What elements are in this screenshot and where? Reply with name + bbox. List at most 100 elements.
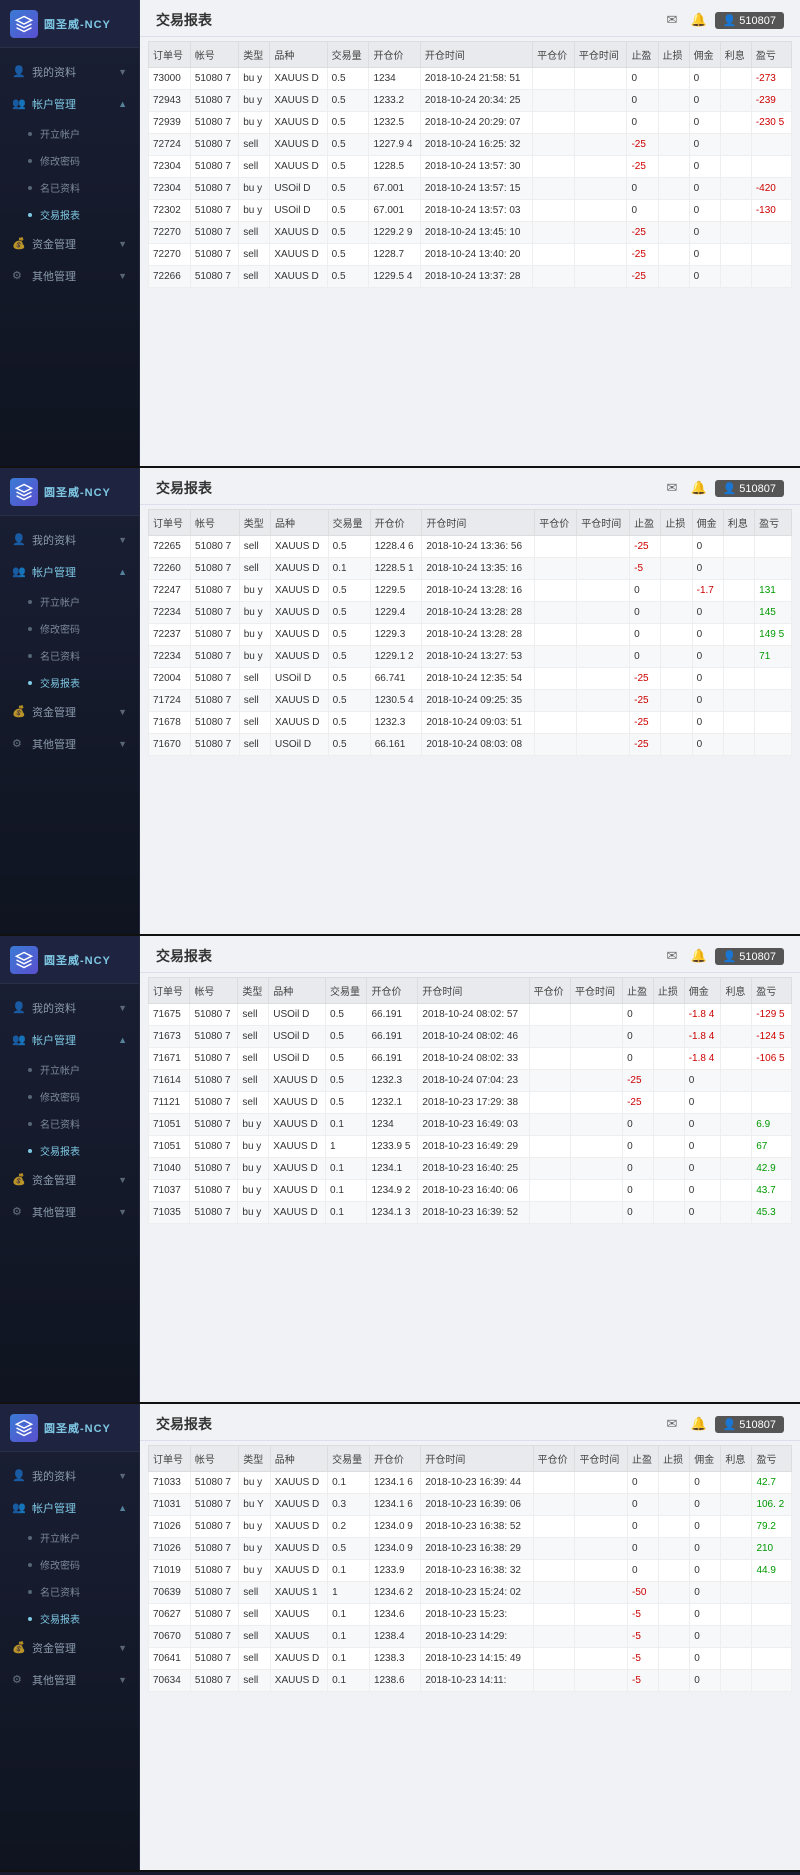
table-cell: -25 bbox=[630, 712, 661, 734]
sidebar-3-change-pwd[interactable]: 修改密码 bbox=[0, 1083, 139, 1110]
email-icon-3[interactable]: ✉ bbox=[667, 948, 683, 964]
sidebar-3-trade-report[interactable]: 交易报表 bbox=[0, 1137, 139, 1164]
table-cell: 51080 7 bbox=[190, 1472, 238, 1494]
sidebar-2-open-account[interactable]: 开立帐户 bbox=[0, 588, 139, 615]
table-cell: bu y bbox=[239, 68, 270, 90]
table-cell bbox=[653, 1158, 684, 1180]
sidebar-2-account-mgmt[interactable]: 👥 帐户管理 ▲ bbox=[0, 556, 139, 588]
table-cell bbox=[661, 668, 692, 690]
sidebar-4-change-pwd[interactable]: 修改密码 bbox=[0, 1551, 139, 1578]
logo-text-2: 圆圣威-NCY bbox=[44, 484, 111, 500]
sidebar-2-my-info[interactable]: 名已资料 bbox=[0, 642, 139, 669]
table-cell: 0 bbox=[630, 580, 661, 602]
bell-icon-3[interactable]: 🔔 bbox=[691, 948, 707, 964]
table-cell: 0 bbox=[684, 1180, 721, 1202]
sidebar-item-trade-report[interactable]: 交易报表 bbox=[0, 201, 139, 228]
table-cell: 1238.4 bbox=[369, 1626, 420, 1648]
arrow-icon: ▼ bbox=[118, 67, 127, 77]
table-cell bbox=[533, 1648, 575, 1670]
sidebar-4-other-mgmt[interactable]: ⚙ 其他管理 ▼ bbox=[0, 1664, 139, 1696]
sidebar-4-profile[interactable]: 👤 我的资料 ▼ bbox=[0, 1460, 139, 1492]
table-cell bbox=[571, 1136, 623, 1158]
sidebar-item-open-account[interactable]: 开立帐户 bbox=[0, 120, 139, 147]
table-cell bbox=[755, 690, 792, 712]
table-cell: 2018-10-23 16:39: 44 bbox=[421, 1472, 533, 1494]
table-container-3: 订单号 帐号 类型 品种 交易量 开仓价 开仓时间 平仓价 平仓时间 止盈 止损… bbox=[140, 973, 800, 1402]
table-cell: 2018-10-24 09:25: 35 bbox=[422, 690, 535, 712]
table-cell: 73000 bbox=[149, 68, 191, 90]
sidebar-2-other-mgmt[interactable]: ⚙ 其他管理 ▼ bbox=[0, 728, 139, 760]
email-icon-4[interactable]: ✉ bbox=[667, 1416, 683, 1432]
other-icon: ⚙ bbox=[12, 269, 26, 283]
table-container-2: 订单号 帐号 类型 品种 交易量 开仓价 开仓时间 平仓价 平仓时间 止盈 止损… bbox=[140, 505, 800, 934]
table-cell: 2018-10-23 17:29: 38 bbox=[418, 1092, 529, 1114]
sidebar-2-fund-mgmt[interactable]: 💰 资金管理 ▼ bbox=[0, 696, 139, 728]
table-cell bbox=[574, 266, 627, 288]
table-row: 7167051080 7sellUSOil D0.566.1612018-10-… bbox=[149, 734, 792, 756]
table-cell: 71033 bbox=[149, 1472, 191, 1494]
table-cell bbox=[571, 1180, 623, 1202]
table-cell: 0.5 bbox=[327, 200, 369, 222]
table-cell bbox=[533, 1560, 575, 1582]
table-cell: XAUUS D bbox=[270, 112, 327, 134]
table-cell: -420 bbox=[751, 178, 791, 200]
sidebar-2-change-pwd[interactable]: 修改密码 bbox=[0, 615, 139, 642]
table-cell bbox=[529, 1202, 570, 1224]
table-cell: 51080 7 bbox=[191, 580, 240, 602]
table-header-row-2: 订单号 帐号 类型 品种 交易量 开仓价 开仓时间 平仓价 平仓时间 止盈 止损… bbox=[149, 510, 792, 536]
table-cell: 51080 7 bbox=[190, 266, 238, 288]
table-cell bbox=[720, 244, 751, 266]
sidebar-4-open-account[interactable]: 开立帐户 bbox=[0, 1524, 139, 1551]
sidebar-4-my-info[interactable]: 名已资料 bbox=[0, 1578, 139, 1605]
table-cell bbox=[574, 222, 627, 244]
sidebar-item-profile[interactable]: 👤 我的资料 ▼ bbox=[0, 56, 139, 88]
sidebar-3-profile[interactable]: 👤 我的资料 ▼ bbox=[0, 992, 139, 1024]
sidebar-3-other-mgmt[interactable]: ⚙ 其他管理 ▼ bbox=[0, 1196, 139, 1228]
table-cell: 1238.6 bbox=[369, 1670, 420, 1692]
table-cell: 0.5 bbox=[327, 178, 369, 200]
sidebar-item-other-mgmt[interactable]: ⚙ 其他管理 ▼ bbox=[0, 260, 139, 292]
sidebar-3-my-info[interactable]: 名已资料 bbox=[0, 1110, 139, 1137]
table-cell bbox=[721, 1136, 752, 1158]
sidebar-4-fund-mgmt[interactable]: 💰 资金管理 ▼ bbox=[0, 1632, 139, 1664]
table-cell bbox=[755, 734, 792, 756]
email-icon-2[interactable]: ✉ bbox=[667, 480, 683, 496]
sidebar-4-trade-report[interactable]: 交易报表 bbox=[0, 1605, 139, 1632]
sidebar-3-fund-mgmt[interactable]: 💰 资金管理 ▼ bbox=[0, 1164, 139, 1196]
sidebar-item-change-pwd[interactable]: 修改密码 bbox=[0, 147, 139, 174]
logo-icon bbox=[10, 10, 38, 38]
sidebar-3: 圆圣威-NCY 👤 我的资料 ▼ 👥 帐户管理 ▲ 开立帐户 修改密码 bbox=[0, 936, 140, 1402]
sidebar-item-fund-mgmt[interactable]: 💰 资金管理 ▼ bbox=[0, 228, 139, 260]
bell-icon-2[interactable]: 🔔 bbox=[691, 480, 707, 496]
table-cell: 0 bbox=[692, 646, 723, 668]
table-cell: XAUUS D bbox=[269, 1136, 326, 1158]
table-cell: XAUUS D bbox=[270, 1670, 327, 1692]
table-cell: 0 bbox=[684, 1092, 721, 1114]
table-cell bbox=[751, 134, 791, 156]
bell-icon[interactable]: 🔔 bbox=[691, 12, 707, 28]
table-cell bbox=[658, 68, 689, 90]
table-cell: sell bbox=[238, 1026, 269, 1048]
content-header-4: 交易报表 ✉ 🔔 👤 510807 bbox=[140, 1404, 800, 1441]
table-cell bbox=[723, 690, 754, 712]
sidebar-2-trade-report[interactable]: 交易报表 bbox=[0, 669, 139, 696]
sidebar-2-profile[interactable]: 👤 我的资料 ▼ bbox=[0, 524, 139, 556]
sidebar-3-account-mgmt[interactable]: 👥 帐户管理 ▲ bbox=[0, 1024, 139, 1056]
table-cell: 2018-10-24 13:35: 16 bbox=[422, 558, 535, 580]
page-title-3: 交易报表 bbox=[156, 946, 212, 966]
sidebar-3-open-account[interactable]: 开立帐户 bbox=[0, 1056, 139, 1083]
bell-icon-4[interactable]: 🔔 bbox=[691, 1416, 707, 1432]
table-cell bbox=[720, 134, 751, 156]
sidebar-item-my-info[interactable]: 名已资料 bbox=[0, 174, 139, 201]
sidebar-4-account-mgmt[interactable]: 👥 帐户管理 ▲ bbox=[0, 1492, 139, 1524]
table-cell: 71 bbox=[755, 646, 792, 668]
table-cell: 0.5 bbox=[327, 90, 369, 112]
email-icon[interactable]: ✉ bbox=[667, 12, 683, 28]
table-cell: bu y bbox=[238, 1180, 269, 1202]
table-cell: XAUUS D bbox=[269, 1070, 326, 1092]
sidebar-item-account-mgmt[interactable]: 👥 帐户管理 ▲ bbox=[0, 88, 139, 120]
table-cell bbox=[721, 1582, 752, 1604]
table-cell: 0.5 bbox=[326, 1048, 367, 1070]
table-cell: 51080 7 bbox=[191, 558, 240, 580]
table-cell bbox=[653, 1136, 684, 1158]
